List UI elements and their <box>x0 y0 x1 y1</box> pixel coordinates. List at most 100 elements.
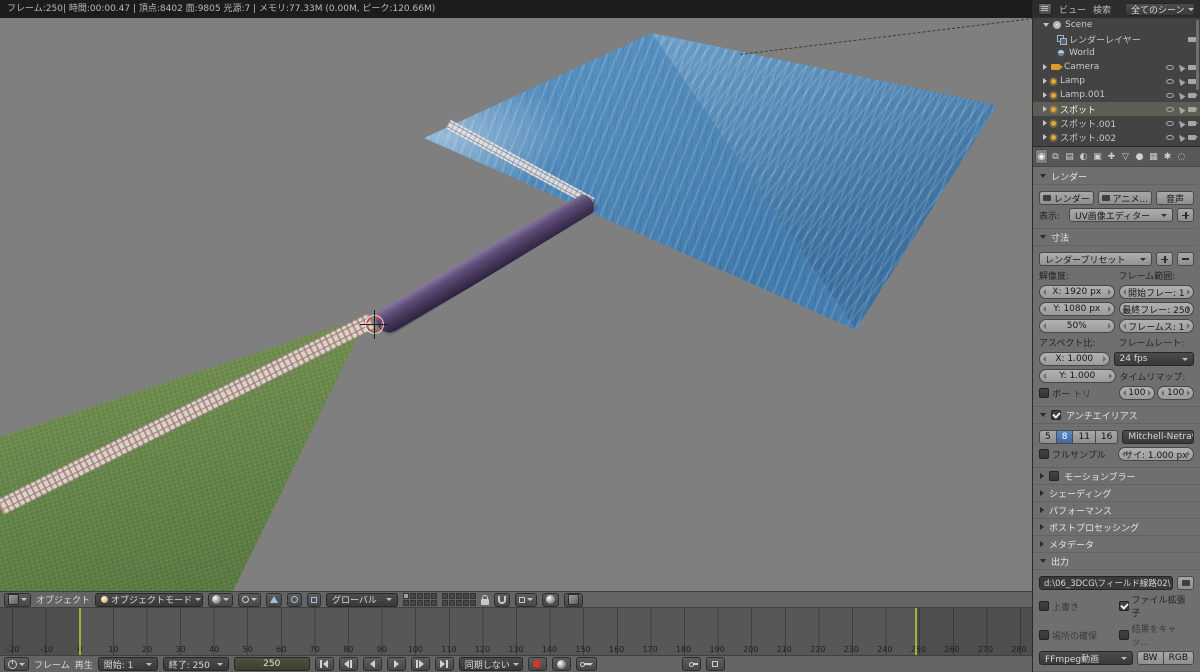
overwrite-checkbox[interactable] <box>1039 601 1049 611</box>
menu-search[interactable]: 検索 <box>1093 3 1111 16</box>
layer-cell[interactable] <box>470 593 477 599</box>
eye-icon[interactable] <box>1166 78 1174 84</box>
aa-filter-dropdown[interactable]: Mitchell-Netrav... <box>1122 430 1194 444</box>
expand-icon[interactable] <box>1043 106 1047 112</box>
aa-samples-11[interactable]: 11 <box>1073 430 1096 444</box>
render-toggle-icon[interactable] <box>1188 120 1198 126</box>
layer-cell[interactable] <box>417 600 424 606</box>
menu-view[interactable]: ビュー <box>1059 3 1086 16</box>
opengl-render-anim-button[interactable] <box>564 592 584 607</box>
insert-keyframe-button[interactable] <box>681 657 701 671</box>
layer-cell[interactable] <box>442 600 449 606</box>
layer-cell[interactable] <box>431 600 438 606</box>
layer-cell[interactable] <box>442 593 449 599</box>
layer-grid-left[interactable] <box>403 593 438 606</box>
mode-dropdown[interactable]: オブジェクトモード <box>95 592 204 607</box>
expand-icon[interactable] <box>1043 78 1047 84</box>
render-toggle-icon[interactable] <box>1188 134 1198 140</box>
tab-texture-icon[interactable]: ▦ <box>1147 149 1160 164</box>
remap-new-field[interactable]: 100 <box>1157 386 1194 400</box>
layer-cell[interactable] <box>417 593 424 599</box>
layer-cell[interactable] <box>410 600 417 606</box>
framerate-dropdown[interactable]: 24 fps <box>1113 352 1194 366</box>
render-toggle-icon[interactable] <box>1188 92 1198 98</box>
layer-cell[interactable] <box>470 600 477 606</box>
outliner-item-renderlayer[interactable]: レンダーレイヤー <box>1033 32 1200 46</box>
file-format-dropdown[interactable]: FFmpeg動画 <box>1039 651 1133 665</box>
record-button[interactable] <box>527 657 547 671</box>
render-animation-button[interactable]: アニメ... <box>1097 191 1152 205</box>
delete-keyframe-button[interactable] <box>705 657 725 671</box>
expand-icon[interactable] <box>1043 120 1047 126</box>
full-sample-checkbox[interactable] <box>1039 449 1049 459</box>
render-toggle-icon[interactable] <box>1188 64 1198 70</box>
start-frame-marker[interactable] <box>79 608 81 655</box>
snap-element-dropdown[interactable] <box>515 592 538 607</box>
selectable-icon[interactable] <box>1176 90 1186 100</box>
tab-render-icon[interactable]: ◉ <box>1035 149 1048 164</box>
frame-step-field[interactable]: フレームス: 1 <box>1118 319 1194 333</box>
outliner-item-spot002[interactable]: スポット.002 <box>1033 130 1200 144</box>
manipulator-scale-button[interactable] <box>307 592 322 607</box>
shading-dropdown[interactable] <box>208 592 234 607</box>
aa-samples-5[interactable]: 5 <box>1039 430 1057 444</box>
play-button[interactable] <box>386 657 406 671</box>
jump-to-start-button[interactable] <box>314 657 334 671</box>
preset-remove-button[interactable] <box>1177 252 1194 266</box>
tab-physics-icon[interactable]: ◌ <box>1175 149 1188 164</box>
selectable-icon[interactable] <box>1176 104 1186 114</box>
tab-modifiers-icon[interactable]: ✚ <box>1105 149 1118 164</box>
file-extensions-checkbox[interactable] <box>1118 601 1129 611</box>
expand-icon[interactable] <box>1043 134 1047 140</box>
outliner-item-lamp[interactable]: Lamp <box>1033 74 1200 88</box>
cache-result-checkbox[interactable] <box>1118 630 1129 640</box>
layer-cell[interactable] <box>403 600 410 606</box>
layer-cell[interactable] <box>463 600 470 606</box>
layer-cell[interactable] <box>463 593 470 599</box>
eye-icon[interactable] <box>1166 120 1174 126</box>
render-toggle-icon[interactable] <box>1188 106 1198 112</box>
tab-world-icon[interactable]: ◐ <box>1077 149 1090 164</box>
selectable-icon[interactable] <box>1176 132 1186 142</box>
outliner-item-spot001[interactable]: スポット.001 <box>1033 116 1200 130</box>
sync-dropdown[interactable]: 同期しない <box>458 657 523 671</box>
manipulator-translate-button[interactable] <box>266 592 283 607</box>
sync-sphere-button[interactable] <box>551 657 571 671</box>
editor-type-button[interactable] <box>4 592 31 607</box>
aa-size-field[interactable]: サイ: 1.000 px <box>1117 447 1194 461</box>
expand-icon[interactable] <box>1043 23 1049 27</box>
display-mode-dropdown[interactable]: UV画像エディター <box>1069 208 1173 222</box>
next-keyframe-button[interactable] <box>410 657 430 671</box>
expand-icon[interactable] <box>1043 64 1047 70</box>
resolution-x-field[interactable]: X: 1920 px <box>1039 285 1115 299</box>
section-dimensions[interactable]: 寸法 <box>1033 229 1200 246</box>
layer-cell[interactable] <box>424 600 431 606</box>
display-filter-dropdown[interactable]: 全てのシーン <box>1125 2 1195 16</box>
prev-keyframe-button[interactable] <box>338 657 358 671</box>
layer-cell[interactable] <box>456 600 463 606</box>
layer-cell[interactable] <box>431 593 438 599</box>
tab-material-icon[interactable]: ● <box>1133 149 1146 164</box>
aa-samples-8[interactable]: 8 <box>1056 430 1074 444</box>
section-output[interactable]: 出力 <box>1033 553 1200 570</box>
outliner-item-world[interactable]: World <box>1033 46 1200 60</box>
aa-samples-16[interactable]: 16 <box>1095 430 1119 444</box>
timeline-ruler[interactable]: -20-100102030405060708090100110120130140… <box>0 608 1032 655</box>
play-reverse-button[interactable] <box>362 657 382 671</box>
aspect-x-field[interactable]: X: 1.000 <box>1039 352 1110 366</box>
display-extra-button[interactable] <box>1177 208 1194 222</box>
eye-icon[interactable] <box>1166 106 1174 112</box>
section-antialiasing[interactable]: アンチエイリアス <box>1033 407 1200 424</box>
viewport-3d[interactable] <box>0 18 1032 591</box>
manipulator-rotate-button[interactable] <box>287 592 303 607</box>
jump-to-end-button[interactable] <box>434 657 454 671</box>
selectable-icon[interactable] <box>1176 76 1186 86</box>
aspect-y-field[interactable]: Y: 1.000 <box>1039 369 1116 383</box>
render-toggle-icon[interactable] <box>1188 36 1198 42</box>
tab-scene-icon[interactable]: ▤ <box>1063 149 1076 164</box>
resolution-percent-slider[interactable]: 50% <box>1039 319 1115 333</box>
orientation-dropdown[interactable]: グローバル <box>326 592 399 607</box>
menu-playback[interactable]: 再生 <box>75 658 93 671</box>
render-audio-button[interactable]: 音声 <box>1156 191 1194 205</box>
layer-cell[interactable] <box>410 593 417 599</box>
